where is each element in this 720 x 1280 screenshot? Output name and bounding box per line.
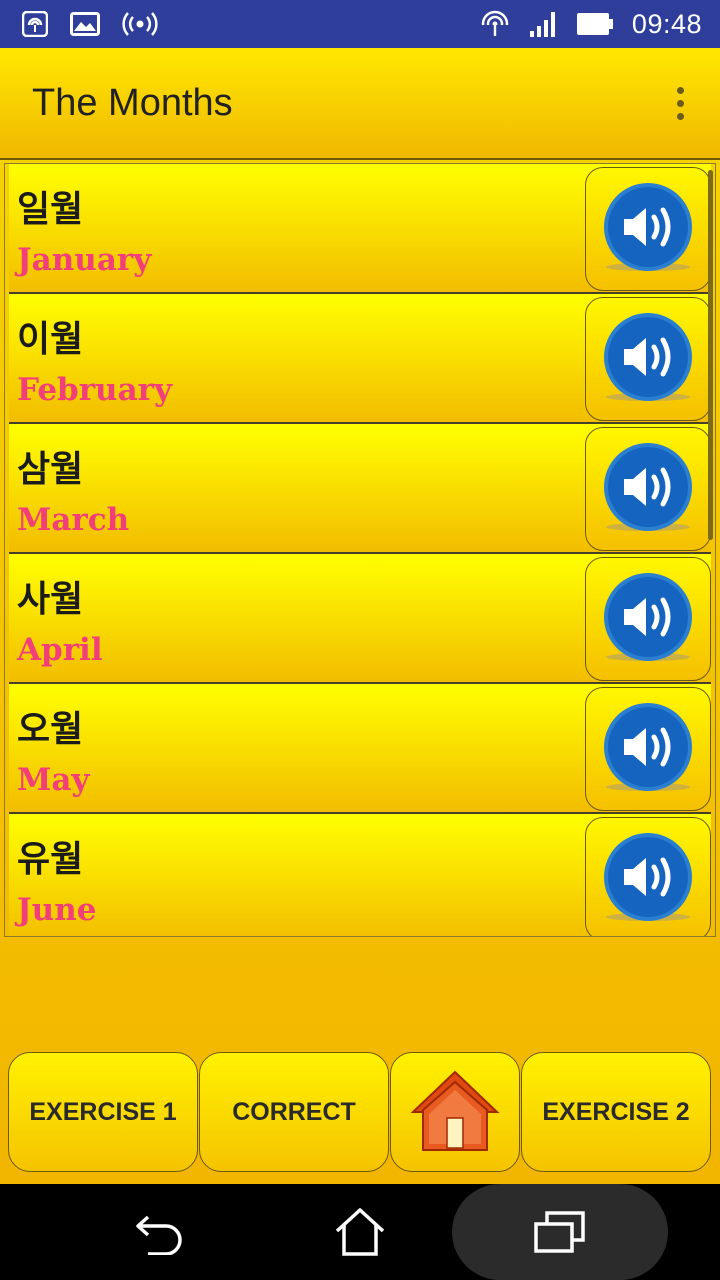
broadcast-icon xyxy=(122,11,158,37)
recents-button[interactable] xyxy=(510,1184,610,1280)
list-item: 사월 April xyxy=(9,554,711,684)
play-audio-button[interactable] xyxy=(585,167,711,291)
play-audio-button[interactable] xyxy=(585,557,711,681)
bottom-toolbar: EXERCISE 1 CORRECT EXERCISE 2 xyxy=(0,1048,720,1176)
play-audio-button[interactable] xyxy=(585,687,711,811)
list-item: 일월 January xyxy=(9,164,711,294)
list-item: 이월 February xyxy=(9,294,711,424)
image-notification-icon xyxy=(70,12,100,36)
home-icon xyxy=(410,1070,500,1151)
english-word: February xyxy=(17,372,173,408)
list-item: 유월 June xyxy=(9,814,711,936)
korean-word: 사월 xyxy=(17,579,84,620)
clock: 09:48 xyxy=(631,8,702,39)
battery-icon xyxy=(576,12,614,36)
english-word: April xyxy=(17,632,103,668)
play-audio-button[interactable] xyxy=(585,297,711,421)
speaker-icon xyxy=(604,703,692,791)
months-list[interactable]: 일월 January 이월 February 삼월 March 사월 April… xyxy=(4,163,716,937)
english-word: May xyxy=(17,762,90,798)
back-icon xyxy=(136,1215,182,1255)
korean-word: 삼월 xyxy=(17,449,84,490)
home-nav-button[interactable] xyxy=(310,1184,410,1280)
signal-icon xyxy=(528,9,558,39)
overflow-menu-icon[interactable] xyxy=(671,81,690,126)
list-item: 오월 May xyxy=(9,684,711,814)
status-right-icons: 09:48 xyxy=(479,8,702,40)
speaker-icon xyxy=(604,443,692,531)
speaker-icon xyxy=(604,183,692,271)
speaker-icon xyxy=(604,833,692,921)
app-bar: The Months xyxy=(0,48,720,160)
correct-button[interactable]: CORRECT xyxy=(199,1052,389,1172)
speaker-icon xyxy=(604,573,692,661)
navigation-bar xyxy=(0,1184,720,1280)
korean-word: 이월 xyxy=(17,319,84,360)
home-nav-icon xyxy=(335,1208,385,1256)
hotspot-icon xyxy=(22,11,48,37)
korean-word: 일월 xyxy=(17,189,84,230)
english-word: January xyxy=(17,242,152,278)
status-left-icons xyxy=(22,11,158,37)
korean-word: 오월 xyxy=(17,709,84,750)
recents-icon xyxy=(534,1211,585,1253)
exercise-2-button[interactable]: EXERCISE 2 xyxy=(521,1052,711,1172)
app-screen: The Months 일월 January 이월 February 삼월 Mar… xyxy=(0,48,720,1184)
page-title: The Months xyxy=(32,81,233,124)
play-audio-button[interactable] xyxy=(585,817,711,936)
list-item: 삼월 March xyxy=(9,424,711,554)
status-bar: 09:48 xyxy=(0,0,720,48)
play-audio-button[interactable] xyxy=(585,427,711,551)
english-word: March xyxy=(17,502,130,538)
english-word: June xyxy=(17,892,97,928)
back-button[interactable] xyxy=(110,1184,210,1280)
exercise-1-button[interactable]: EXERCISE 1 xyxy=(8,1052,198,1172)
speaker-icon xyxy=(604,313,692,401)
list-scrollbar[interactable] xyxy=(708,170,713,540)
home-button[interactable] xyxy=(390,1052,520,1172)
korean-word: 유월 xyxy=(17,839,84,880)
wifi-icon xyxy=(479,9,510,39)
